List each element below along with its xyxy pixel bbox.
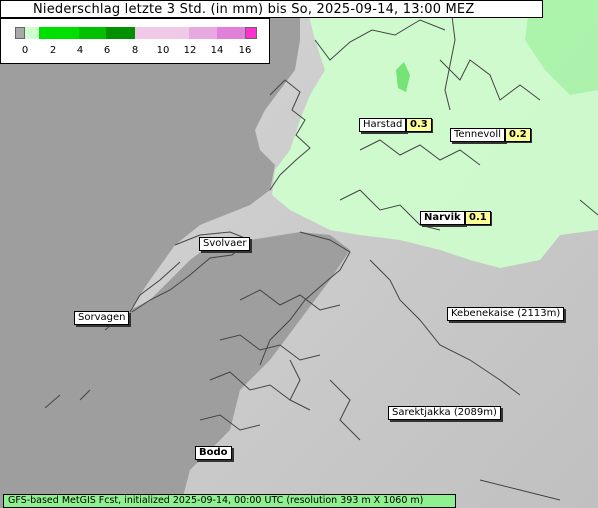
place-label-tennevoll: Tennevoll: [450, 128, 505, 142]
legend-seg-12-14: [189, 27, 217, 39]
legend-seg-min: [15, 27, 25, 39]
value-badge-tennevoll: 0.2: [505, 128, 531, 142]
place-label-sorvagen: Sorvagen: [74, 311, 130, 325]
legend-seg-0-1: [25, 27, 39, 39]
legend-seg-8-12: [135, 27, 189, 39]
legend-tick: 4: [76, 45, 84, 56]
legend-tick: 16: [238, 45, 252, 56]
place-label-svolvaer: Svolvaer: [199, 237, 251, 251]
place-label-sarektjakka: Sarektjakka (2089m): [388, 406, 501, 420]
legend-seg-4-6: [79, 27, 106, 39]
precip-legend: 0 2 4 6 8 10 12 14 16: [0, 18, 270, 64]
legend-seg-6-8: [106, 27, 135, 39]
value-badge-harstad: 0.3: [406, 118, 432, 132]
legend-seg-max: [245, 27, 257, 39]
place-label-kebenekaise: Kebenekaise (2113m): [447, 307, 565, 321]
value-badge-narvik: 0.1: [465, 211, 491, 225]
legend-seg-14-16: [217, 27, 245, 39]
precipitation-map: Niederschlag letzte 3 Std. (in mm) bis S…: [0, 0, 598, 508]
forecast-footer: GFS-based MetGIS Fcst, initialized 2025-…: [3, 494, 456, 508]
legend-tick: 2: [49, 45, 57, 56]
legend-tick: 12: [183, 45, 197, 56]
map-background: [0, 0, 598, 508]
legend-tick: 6: [103, 45, 111, 56]
legend-tick: 0: [21, 45, 29, 56]
legend-tick: 14: [210, 45, 224, 56]
map-title: Niederschlag letzte 3 Std. (in mm) bis S…: [0, 0, 543, 18]
legend-tick: 8: [131, 45, 139, 56]
legend-tick: 10: [156, 45, 170, 56]
place-label-narvik: Narvik: [420, 211, 465, 225]
place-label-harstad: Harstad: [359, 118, 407, 132]
place-label-bodo: Bodo: [195, 446, 232, 460]
legend-seg-1-4: [39, 27, 79, 39]
